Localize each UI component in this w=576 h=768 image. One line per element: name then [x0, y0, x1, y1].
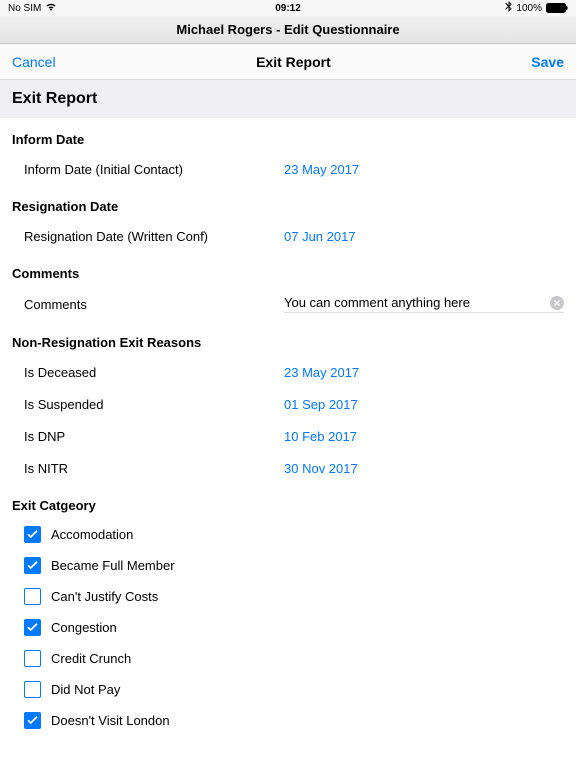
non-resignation-value: 23 May 2017 [284, 365, 359, 380]
inform-date-label: Inform Date (Initial Contact) [24, 162, 284, 177]
row-resignation-date[interactable]: Resignation Date (Written Conf) 07 Jun 2… [0, 220, 576, 252]
checkbox[interactable] [24, 526, 41, 543]
checkbox-label: Doesn't Visit London [51, 713, 170, 728]
exit-category-row-2[interactable]: Can't Justify Costs [0, 581, 576, 612]
exit-category-row-0[interactable]: Accomodation [0, 519, 576, 550]
non-resignation-label: Is DNP [24, 429, 284, 444]
wifi-icon [45, 2, 57, 14]
nav-bar: Cancel Exit Report Save [0, 44, 576, 80]
checkbox-label: Accomodation [51, 527, 133, 542]
exit-category-row-6[interactable]: Doesn't Visit London [0, 705, 576, 736]
group-comments-label: Comments [0, 252, 576, 287]
cancel-button[interactable]: Cancel [12, 54, 56, 70]
checkbox[interactable] [24, 681, 41, 698]
exit-category-row-3[interactable]: Congestion [0, 612, 576, 643]
battery-icon [546, 3, 568, 13]
checkbox[interactable] [24, 588, 41, 605]
status-bar: No SIM 09:12 100% [0, 0, 576, 16]
checkbox-label: Became Full Member [51, 558, 175, 573]
checkbox[interactable] [24, 712, 41, 729]
group-inform-date-label: Inform Date [0, 118, 576, 153]
checkbox[interactable] [24, 557, 41, 574]
checkbox[interactable] [24, 619, 41, 636]
status-time: 09:12 [275, 3, 301, 14]
battery-percent: 100% [516, 3, 542, 14]
group-exit-category-label: Exit Catgeory [0, 484, 576, 519]
checkbox-label: Did Not Pay [51, 682, 120, 697]
checkbox-label: Credit Crunch [51, 651, 131, 666]
carrier-text: No SIM [8, 3, 41, 14]
row-non-resignation-2[interactable]: Is DNP10 Feb 2017 [0, 420, 576, 452]
nav-title: Exit Report [256, 54, 331, 70]
checkbox[interactable] [24, 650, 41, 667]
group-resignation-date-label: Resignation Date [0, 185, 576, 220]
resignation-date-label: Resignation Date (Written Conf) [24, 229, 284, 244]
row-non-resignation-0[interactable]: Is Deceased23 May 2017 [0, 356, 576, 388]
row-non-resignation-1[interactable]: Is Suspended01 Sep 2017 [0, 388, 576, 420]
non-resignation-label: Is Suspended [24, 397, 284, 412]
group-non-resignation-label: Non-Resignation Exit Reasons [0, 321, 576, 356]
comments-input[interactable] [284, 295, 550, 310]
page-title: Exit Report [0, 80, 576, 118]
save-button[interactable]: Save [531, 54, 564, 70]
comments-label: Comments [24, 297, 284, 312]
bluetooth-icon [505, 1, 512, 15]
non-resignation-value: 10 Feb 2017 [284, 429, 357, 444]
non-resignation-label: Is Deceased [24, 365, 284, 380]
checkbox-label: Congestion [51, 620, 117, 635]
checkbox-label: Can't Justify Costs [51, 589, 158, 604]
non-resignation-value: 30 Nov 2017 [284, 461, 358, 476]
exit-category-row-5[interactable]: Did Not Pay [0, 674, 576, 705]
row-non-resignation-3[interactable]: Is NITR30 Nov 2017 [0, 452, 576, 484]
row-comments: Comments [0, 287, 576, 321]
clear-comments-icon[interactable] [550, 296, 564, 310]
inform-date-value: 23 May 2017 [284, 162, 359, 177]
non-resignation-label: Is NITR [24, 461, 284, 476]
non-resignation-value: 01 Sep 2017 [284, 397, 358, 412]
exit-category-row-4[interactable]: Credit Crunch [0, 643, 576, 674]
window-title: Michael Rogers - Edit Questionnaire [0, 16, 576, 44]
exit-category-row-1[interactable]: Became Full Member [0, 550, 576, 581]
resignation-date-value: 07 Jun 2017 [284, 229, 356, 244]
row-inform-date[interactable]: Inform Date (Initial Contact) 23 May 201… [0, 153, 576, 185]
